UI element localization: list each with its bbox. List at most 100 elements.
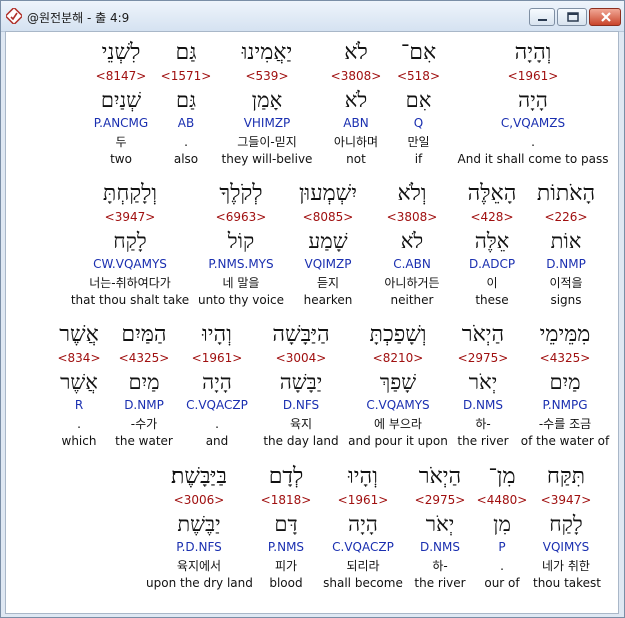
word-cell[interactable]: וְלֹא <3808> לֹא C.ABN 아니하거든 neither	[370, 179, 454, 314]
word-cell[interactable]: הָאֹתוֹת <226> אוֹת D.NMP 이적을 signs	[528, 179, 604, 314]
minimize-button[interactable]	[529, 8, 555, 26]
word-cell[interactable]: בַּיַּבָּשֶׁת׃ <3006> יַבֶּשֶׁת P.D.NFS …	[146, 462, 253, 597]
korean-gloss: -수를 조금	[538, 417, 592, 431]
parsing-code: Q	[413, 116, 424, 130]
korean-gloss: 네가 취한	[542, 559, 590, 573]
hebrew-word: הַיַּבָּשָׁה	[272, 322, 330, 347]
word-cell[interactable]: הַיַּבָּשָׁה <3004> יַבָּשָׁה D.NFS 육지 t…	[256, 320, 346, 455]
lemma: אֲשֶׁר	[60, 370, 98, 394]
main-window: @원전분해 - 출 4:9 וְהָיָה <1961> הָיָה C,VQA…	[0, 0, 625, 618]
strong-number: <3947>	[104, 210, 156, 224]
korean-gloss: 육지에서	[176, 559, 222, 573]
english-gloss: the water	[115, 434, 173, 448]
english-gloss: neither	[390, 293, 434, 307]
english-gloss: which	[61, 434, 97, 448]
lemma: לָקַח	[113, 229, 147, 253]
hebrew-word: לִשְׁנֵי	[101, 40, 141, 65]
lemma: מַיִם	[128, 370, 160, 394]
strong-number: <518>	[396, 69, 440, 83]
word-cell[interactable]: אֲשֶׁר <834> אֲשֶׁר R . which	[50, 320, 108, 455]
lemma: יַבֶּשֶׁת	[177, 512, 221, 536]
korean-gloss: 이	[486, 276, 498, 290]
hebrew-word: וְהָיוּ	[202, 322, 232, 347]
hebrew-word: בַּיַּבָּשֶׁת׃	[171, 464, 227, 489]
parsing-code: P.ANCMG	[93, 116, 149, 130]
word-cell[interactable]: יַאֲמִינוּ <539> אָמַן VHIMZP 그들이-믿지 the…	[219, 38, 315, 173]
english-gloss: thou takest	[533, 576, 601, 590]
korean-gloss: 이적을	[549, 276, 583, 290]
parsing-code: AB	[177, 116, 195, 130]
parsing-code: P.NMS	[267, 540, 305, 554]
word-cell[interactable]: יִשְׁמְעוּן <8085> שָׁמַע VQIMZP 듣지 hear…	[288, 179, 368, 314]
english-gloss: the river	[457, 434, 509, 448]
word-cell[interactable]: גַּם <1571> גַּם AB . also	[160, 38, 212, 173]
strong-number: <226>	[544, 210, 588, 224]
parsing-code: VHIMZP	[243, 116, 291, 130]
korean-gloss: 되리라	[346, 559, 380, 573]
word-cell[interactable]: לִשְׁנֵי <8147> שְׁנַיִם P.ANCMG 두 two	[86, 38, 156, 173]
english-gloss: if	[414, 152, 423, 166]
strong-number: <4325>	[539, 351, 591, 365]
word-cell[interactable]: לֹא <3808> לֹא ABN 아니하며 not	[316, 38, 396, 173]
hebrew-word: הָאֹתוֹת	[536, 181, 596, 206]
word-cell[interactable]: אִם־ <518> אִם Q 만일 if	[391, 38, 446, 173]
parsing-code: D.NMS	[419, 540, 460, 554]
korean-gloss: .	[215, 417, 219, 431]
strong-number: <834>	[57, 351, 101, 365]
english-gloss: signs	[550, 293, 582, 307]
word-cell[interactable]: וְלָקַחְתָּ <3947> לָקַח CW.VQAMYS 너는-취하…	[70, 179, 190, 314]
word-cell[interactable]: מִן־ <4480> מִן P . our of	[476, 462, 528, 597]
word-cell[interactable]: מִמֵּימֵי <4325> מַיִם P.NMPG -수를 조금 of …	[518, 320, 612, 455]
word-cell[interactable]: הַיְאֹר <2975> יְאֹר D.NMS 하- the river	[450, 320, 516, 455]
english-gloss: these	[475, 293, 509, 307]
strong-number: <1818>	[260, 493, 312, 507]
lemma: אֵלֶּה	[474, 229, 510, 253]
parsing-code: C.ABN	[393, 257, 431, 271]
strong-number: <2975>	[414, 493, 466, 507]
word-cell[interactable]: וְהָיָה <1961> הָיָה C,VQAMZS . And it s…	[453, 38, 613, 173]
strong-number: <8085>	[302, 210, 354, 224]
strong-number: <3947>	[540, 493, 592, 507]
hebrew-word: הַיְאֹר	[418, 464, 462, 489]
english-gloss: shall become	[323, 576, 403, 590]
strong-number: <3004>	[275, 351, 327, 365]
strong-number: <4325>	[118, 351, 170, 365]
word-cell[interactable]: לְדָם <1818> דָּם P.NMS 피가 blood	[254, 462, 318, 597]
parsing-code: P.NMPG	[542, 398, 588, 412]
word-cell[interactable]: תִּקַּח <3947> לָקַח VQIMYS 네가 취한 thou t…	[533, 462, 601, 597]
korean-gloss: 아니하며	[333, 135, 379, 149]
korean-gloss: 하-	[475, 417, 491, 431]
word-cell[interactable]: הַמַּיִם <4325> מַיִם D.NMP -수가 the wate…	[110, 320, 178, 455]
english-gloss: hearken	[303, 293, 353, 307]
strong-number: <1961>	[337, 493, 389, 507]
word-cell[interactable]: הַיְאֹר <2975> יְאֹר D.NMS 하- the river	[406, 462, 474, 597]
korean-gloss: 피가	[274, 559, 298, 573]
hebrew-word: וְלָקַחְתָּ	[102, 181, 158, 206]
korean-gloss: 네 말을	[222, 276, 260, 290]
parsing-code: D.NMP	[124, 398, 164, 412]
strong-number: <1961>	[507, 69, 559, 83]
close-button[interactable]	[589, 8, 621, 26]
english-gloss: and pour it upon	[348, 434, 448, 448]
minimize-icon	[538, 19, 547, 21]
hebrew-word: לְקֹלֶךָ	[219, 181, 263, 206]
korean-gloss: 듣지	[316, 276, 340, 290]
word-cell[interactable]: וְהָיוּ <1961> הָיָה C.VQACZP . and	[180, 320, 254, 455]
word-cell[interactable]: הָאֵלֶּה <428> אֵלֶּה D.ADCP 이 these	[456, 179, 528, 314]
lemma: הָיָה	[202, 370, 232, 394]
close-icon	[601, 12, 611, 22]
english-gloss: upon the dry land	[146, 576, 253, 590]
korean-gloss: 너는-취하여다가	[89, 276, 171, 290]
word-cell[interactable]: וְהָיוּ <1961> הָיָה C.VQACZP 되리라 shall …	[322, 462, 404, 597]
parsing-code: VQIMZP	[304, 257, 352, 271]
hebrew-word: וְלֹא	[397, 181, 427, 206]
parsing-code: P.NMS.MYS	[208, 257, 274, 271]
maximize-button[interactable]	[557, 8, 587, 26]
parsing-code: VQIMYS	[542, 540, 590, 554]
strong-number: <539>	[245, 69, 289, 83]
title-bar[interactable]: @원전분해 - 출 4:9	[1, 1, 624, 32]
word-cell[interactable]: וְשָׁפַכְתָּ <8210> שָׁפַךְ C.VQAMYS 에 부…	[348, 320, 448, 455]
lemma: דָּם	[274, 512, 298, 536]
word-cell[interactable]: לְקֹלֶךָ <6963> קוֹל P.NMS.MYS 네 말을 unto…	[196, 179, 286, 314]
hebrew-word: לֹא	[344, 40, 368, 65]
